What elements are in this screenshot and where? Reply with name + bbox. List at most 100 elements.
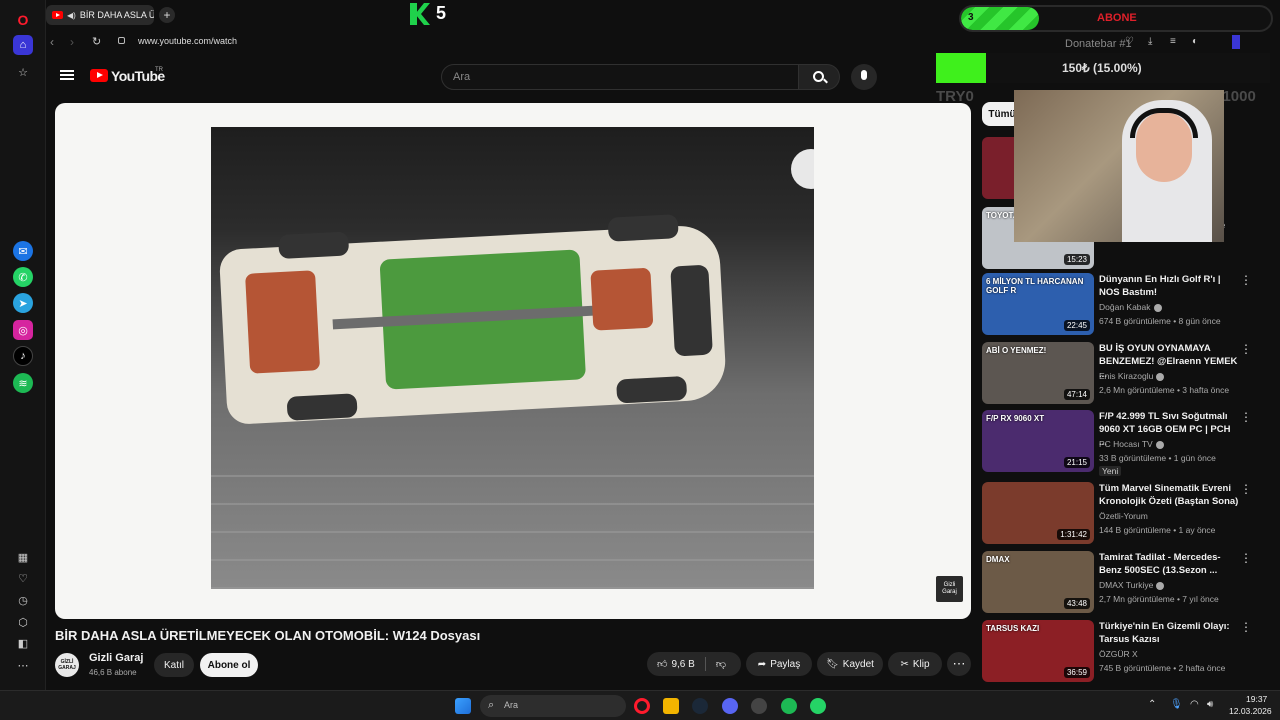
- recommendation-meta: 674 B görüntüleme • 8 gün önce: [1099, 316, 1221, 326]
- recommendation-item[interactable]: F/P RX 9060 XT 21:15 F/P 42.999 TL Sıvı So…: [982, 410, 1272, 476]
- speed-dial-icon[interactable]: ☆: [13, 62, 33, 82]
- telegram-icon[interactable]: ➤: [13, 293, 33, 313]
- channel-watermark[interactable]: Gizli Garaj: [936, 576, 963, 602]
- recommendation-thumbnail[interactable]: DMAX 43:48: [982, 551, 1094, 613]
- clock-date[interactable]: 12.03.2026: [1229, 706, 1272, 716]
- recommendation-thumbnail[interactable]: TARSUS KAZI 36:59: [982, 620, 1094, 682]
- whatsapp-taskbar-icon[interactable]: [810, 698, 826, 714]
- tab-active[interactable]: ◀) BİR DAHA ASLA ÜRETİ: [46, 5, 154, 25]
- spotify-icon[interactable]: ≋: [13, 373, 33, 393]
- recommendation-title[interactable]: Tüm Marvel Sinematik Evreni Kronolojik Ö…: [1099, 482, 1239, 508]
- download-icon[interactable]: ⤓: [1148, 36, 1152, 47]
- search-button[interactable]: [798, 64, 840, 90]
- share-button[interactable]: ➦ Paylaş: [746, 652, 812, 676]
- verified-icon: [1156, 372, 1165, 381]
- obs-icon[interactable]: [751, 698, 767, 714]
- url-field[interactable]: www.youtube.com/watch: [138, 36, 237, 46]
- save-button[interactable]: 🔖︎ Kaydet: [817, 652, 883, 676]
- forward-icon[interactable]: ›: [70, 35, 74, 49]
- wifi-icon[interactable]: ◠: [1190, 699, 1199, 710]
- hamburger-menu-icon[interactable]: [60, 70, 74, 80]
- taskbar-search[interactable]: ⌕ Ara: [480, 695, 626, 717]
- like-icon[interactable]: 👍︎: [657, 658, 667, 670]
- history-icon[interactable]: ◷: [13, 590, 33, 610]
- opera-sidebar: O ⌂ ☆ ✉ ✆ ➤ ◎ ♪ ≋ ▦ ♡ ◷ ⬡ ◧ ⋯: [0, 0, 46, 690]
- like-count[interactable]: 9,6 B: [671, 659, 694, 670]
- join-label: Katıl: [163, 659, 184, 671]
- profile-icon[interactable]: ◐: [1192, 36, 1198, 47]
- recommendation-channel[interactable]: Enis Kirazoglu: [1099, 371, 1165, 381]
- recommendation-item[interactable]: TARSUS KAZI 36:59 Türkiye'nin En Gizemli O…: [982, 620, 1272, 684]
- more-actions-button[interactable]: ⋯: [947, 652, 971, 676]
- menu-lines-icon[interactable]: ≡: [1170, 36, 1176, 47]
- messenger-icon[interactable]: ✉: [13, 241, 33, 261]
- tray-mic-icon[interactable]: 🎙︎: [1170, 699, 1183, 710]
- recommendation-title[interactable]: Tamirat Tadilat - Mercedes-Benz 500SEC (…: [1099, 551, 1239, 577]
- more-options-icon[interactable]: ⋮: [1240, 410, 1252, 424]
- recommendation-channel[interactable]: DMAX Turkiye: [1099, 580, 1165, 590]
- recommendation-item[interactable]: DMAX 43:48 Tamirat Tadilat - Mercedes-Benz…: [982, 551, 1272, 615]
- clip-button[interactable]: ✂ Klip: [888, 652, 942, 676]
- recommendation-title[interactable]: Dünyanın En Hızlı Golf R'ı | NOS Bastım!: [1099, 273, 1239, 299]
- region-label: TR: [155, 67, 163, 73]
- recommendation-item[interactable]: ABİ O YENMEZ! 47:14 BU İŞ OYUN OYNAMAYA BE…: [982, 342, 1272, 406]
- heart-icon[interactable]: ♡: [13, 568, 33, 588]
- extensions-icon[interactable]: ▦: [13, 547, 33, 567]
- dislike-icon[interactable]: 👎︎: [716, 658, 726, 670]
- clock-time[interactable]: 19:37: [1246, 694, 1267, 704]
- aria-icon[interactable]: [1232, 35, 1240, 49]
- whatsapp-icon[interactable]: ✆: [13, 267, 33, 287]
- windows-start-icon[interactable]: [455, 698, 471, 714]
- recommendation-item[interactable]: 6 MİLYON TL HARCANAN GOLF R 22:45 Dünyanın…: [982, 273, 1272, 337]
- more-options-icon[interactable]: ⋮: [1240, 273, 1252, 287]
- like-dislike-group: 👍︎ 9,6 B 👎︎: [647, 652, 741, 676]
- voice-search-button[interactable]: [851, 64, 877, 90]
- video-title: BİR DAHA ASLA ÜRETİLMEYECEK OLAN OTOMOBİ…: [55, 628, 481, 643]
- donation-bar: 150₺ (15.00%): [936, 53, 1270, 83]
- more-options-icon[interactable]: ⋮: [1240, 482, 1252, 496]
- subscribe-button[interactable]: Abone ol: [200, 653, 258, 677]
- video-frame[interactable]: [211, 127, 814, 589]
- recommendation-thumbnail[interactable]: 6 MİLYON TL HARCANAN GOLF R 22:45: [982, 273, 1094, 335]
- tiktok-icon[interactable]: ♪: [13, 346, 33, 366]
- reload-icon[interactable]: ↻: [92, 35, 101, 48]
- more-options-icon[interactable]: ⋮: [1240, 620, 1252, 634]
- more-icon[interactable]: ⋯: [13, 655, 33, 675]
- microphone-icon: [861, 70, 867, 80]
- recommendation-channel[interactable]: Doğan Kabak: [1099, 302, 1162, 312]
- spotify-taskbar-icon[interactable]: [781, 698, 797, 714]
- join-button[interactable]: Katıl: [154, 653, 194, 677]
- translate-icon[interactable]: ◧: [13, 633, 33, 653]
- recommendation-item[interactable]: 1:31:42 Tüm Marvel Sinematik Evreni Krono…: [982, 482, 1272, 546]
- youtube-logo-icon[interactable]: [90, 69, 108, 82]
- recommendation-thumbnail[interactable]: F/P RX 9060 XT 21:15: [982, 410, 1094, 472]
- home-icon[interactable]: ⌂: [13, 35, 33, 55]
- volume-icon[interactable]: 🔊︎: [1207, 699, 1213, 710]
- opera-taskbar-icon[interactable]: [634, 698, 650, 714]
- speaker-icon[interactable]: ◀): [67, 11, 76, 20]
- duration-badge: 15:23: [1063, 254, 1090, 265]
- cube-icon[interactable]: ⬡: [13, 612, 33, 632]
- recommendation-thumbnail[interactable]: 1:31:42: [982, 482, 1094, 544]
- channel-name[interactable]: Gizli Garaj: [89, 652, 143, 664]
- tray-chevron-icon[interactable]: ⌃: [1148, 699, 1156, 710]
- recommendation-thumbnail[interactable]: ABİ O YENMEZ! 47:14: [982, 342, 1094, 404]
- opera-logo-icon[interactable]: O: [13, 10, 33, 30]
- file-explorer-icon[interactable]: [663, 698, 679, 714]
- donation-amount: 150₺ (15.00%): [1062, 61, 1142, 75]
- discord-icon[interactable]: [722, 698, 738, 714]
- search-input[interactable]: Ara: [441, 64, 799, 90]
- channel-avatar[interactable]: GİZLİ GARAJ: [55, 653, 79, 677]
- instagram-icon[interactable]: ◎: [13, 320, 33, 340]
- video-player[interactable]: Gizli Garaj: [55, 103, 971, 619]
- recommendation-channel[interactable]: Özetli-Yorum: [1099, 511, 1148, 521]
- recommendation-channel[interactable]: PC Hocası TV: [1099, 439, 1164, 449]
- back-icon[interactable]: ‹: [50, 35, 54, 49]
- recommendation-channel[interactable]: ÖZGÜR X: [1099, 649, 1138, 659]
- steam-icon[interactable]: [692, 698, 708, 714]
- new-tab-button[interactable]: +: [159, 7, 175, 23]
- more-options-icon[interactable]: ⋮: [1240, 551, 1252, 565]
- recommendation-title[interactable]: Türkiye'nin En Gizemli Olayı: Tarsus Kaz…: [1099, 620, 1239, 646]
- duration-badge: 1:31:42: [1057, 529, 1090, 540]
- more-options-icon[interactable]: ⋮: [1240, 342, 1252, 356]
